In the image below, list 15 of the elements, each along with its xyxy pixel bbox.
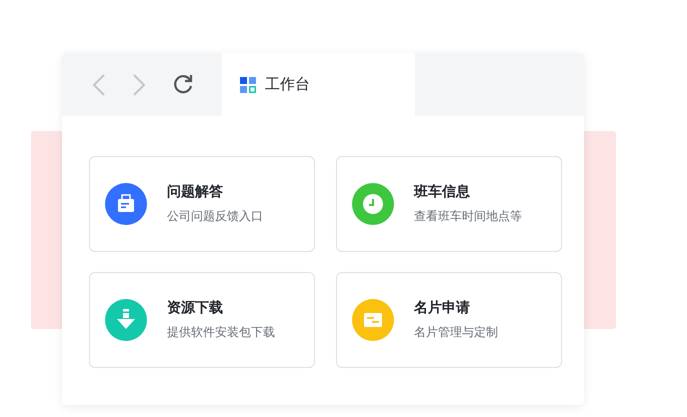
workbench-tab[interactable]: 工作台	[222, 53, 415, 116]
app-card[interactable]: 名片申请 名片管理与定制	[336, 272, 562, 368]
app-description: 查看班车时间地点等	[414, 208, 522, 225]
app-card[interactable]: 班车信息 查看班车时间地点等	[336, 156, 562, 252]
app-description: 名片管理与定制	[414, 324, 498, 341]
app-description: 提供软件安装包下载	[167, 324, 275, 341]
app-title: 问题解答	[167, 183, 224, 201]
app-title: 资源下载	[167, 299, 224, 317]
app-title: 班车信息	[414, 183, 471, 201]
refresh-icon[interactable]	[172, 74, 194, 96]
app-title: 名片申请	[414, 299, 471, 317]
grid-icon	[240, 76, 256, 92]
app-description: 公司问题反馈入口	[167, 208, 263, 225]
app-card[interactable]: 问题解答 公司问题反馈入口	[89, 156, 315, 252]
app-card[interactable]: 资源下载 提供软件安装包下载	[89, 272, 315, 368]
